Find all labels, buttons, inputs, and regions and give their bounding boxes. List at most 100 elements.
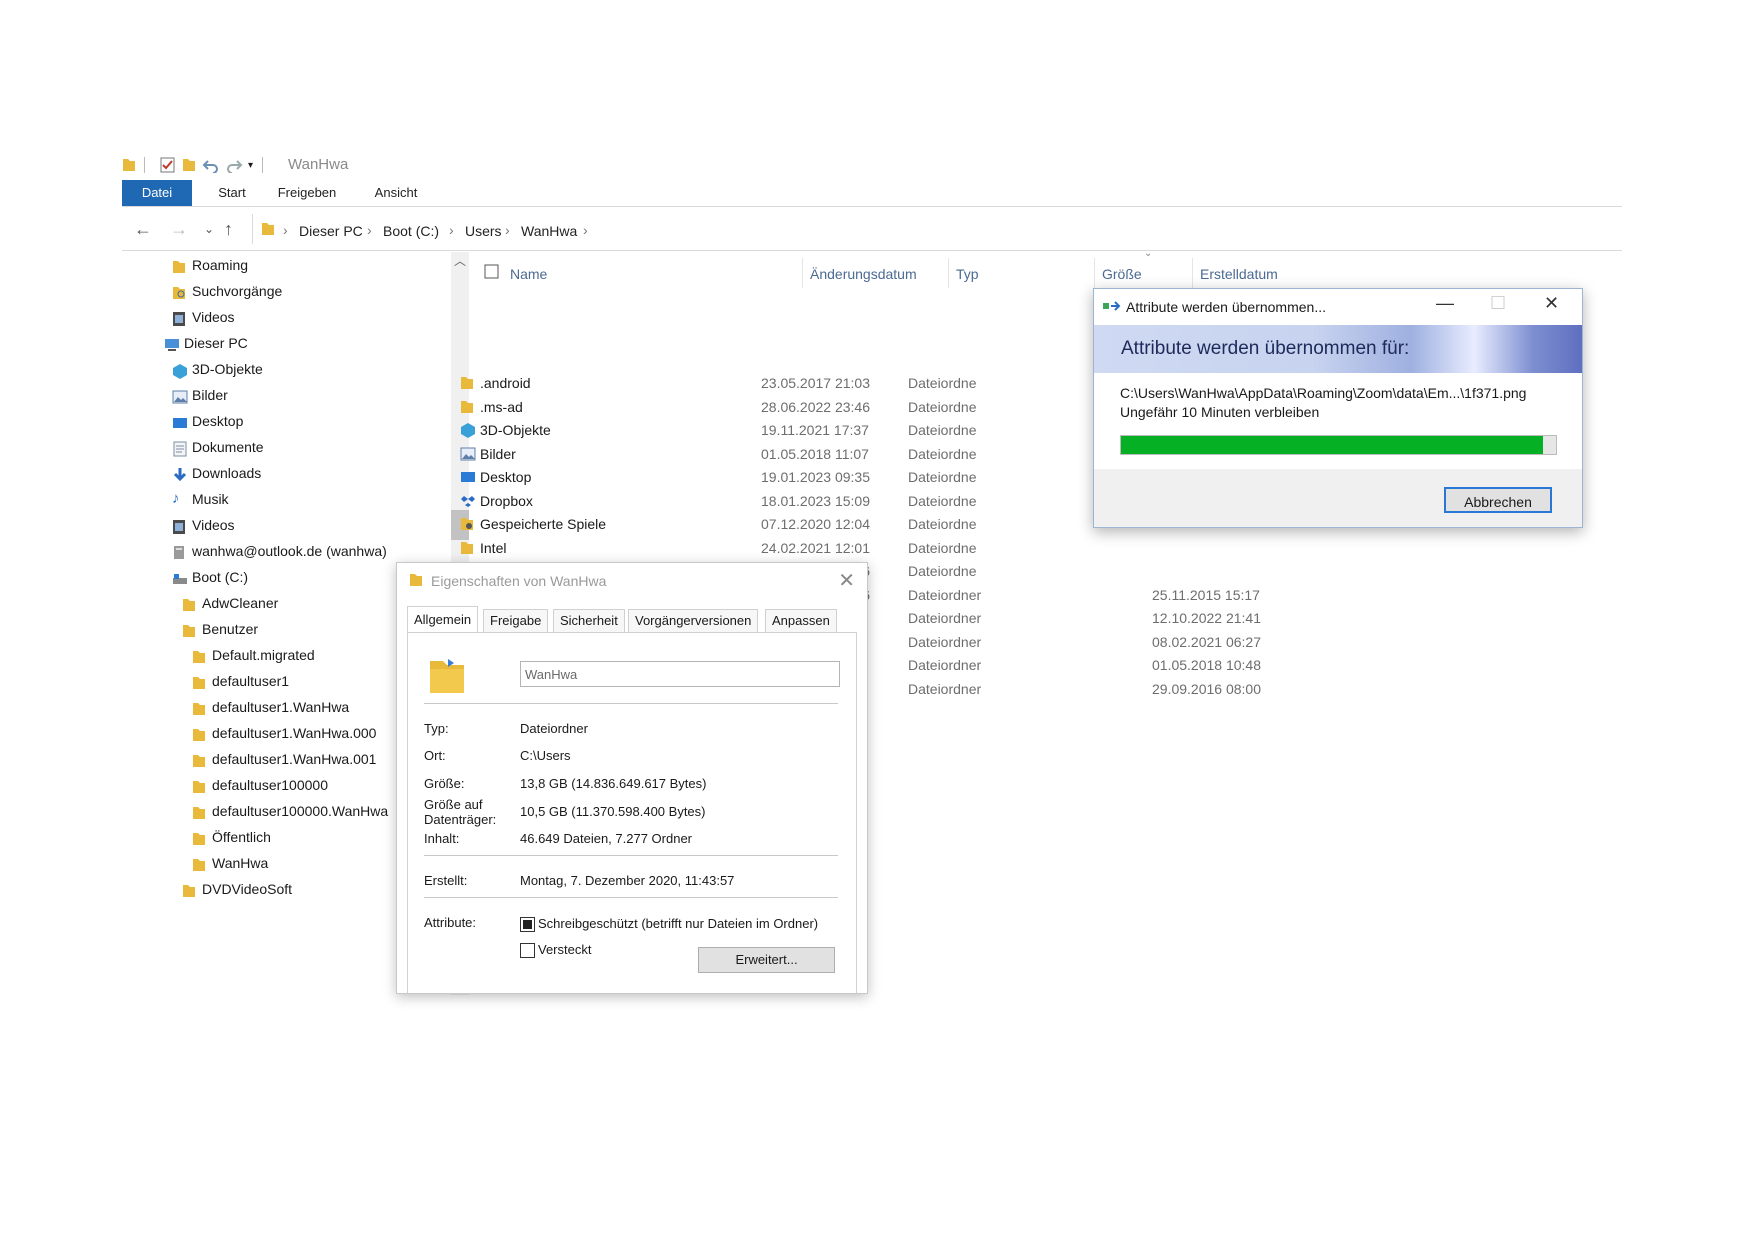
file-name: Intel — [480, 539, 507, 556]
file-type: Dateiordner — [908, 610, 982, 626]
file-explorer-window: ▾ WanHwa Datei Start Freigeben Ansicht ←… — [122, 150, 1622, 995]
file-type: Dateiordne — [908, 539, 977, 556]
folder-icon — [172, 257, 186, 283]
breadcrumb[interactable]: › Dieser PC › Boot (C:) › Users › WanHwa… — [252, 214, 1622, 244]
column-header-type[interactable]: Typ — [956, 266, 979, 288]
address-bar-row: ← → ⌄ ↑ › Dieser PC › Boot (C:) › Users … — [122, 208, 1622, 251]
minimize-icon[interactable]: — — [1436, 293, 1454, 314]
file-name: Dropbox — [480, 492, 533, 509]
label-created: Erstellt: — [424, 873, 468, 888]
file-type: Dateiordne — [908, 492, 977, 509]
file-modified: 28.06.2022 23:46 — [761, 398, 870, 415]
redo-icon[interactable] — [225, 157, 243, 178]
file-row[interactable]: Intel 24.02.2021 12:01 Dateiordne — [460, 535, 1610, 561]
undo-icon[interactable] — [202, 157, 220, 178]
file-name: Bilder — [480, 445, 516, 462]
select-all-checkbox[interactable] — [484, 264, 500, 285]
label-location: Ort: — [424, 748, 446, 763]
separator — [262, 157, 263, 173]
progress-body: C:\Users\WanHwa\AppData\Roaming\Zoom\dat… — [1094, 373, 1582, 469]
progress-bar — [1120, 435, 1557, 455]
dialog-title: Attribute werden übernommen... — [1126, 299, 1326, 315]
tab-ansicht[interactable]: Ansicht — [356, 180, 436, 206]
folder-icon — [182, 621, 196, 647]
chevron-right-icon[interactable]: › — [283, 222, 288, 238]
folder-name-field[interactable]: WanHwa — [520, 661, 840, 687]
file-type: Dateiordne — [908, 375, 977, 391]
ribbon-tabs: Datei Start Freigeben Ansicht — [122, 180, 1622, 207]
tab-start[interactable]: Start — [202, 180, 262, 206]
column-header-created[interactable]: Erstelldatum — [1200, 266, 1278, 288]
folder-icon — [460, 540, 476, 559]
music-icon: ♪ — [172, 490, 180, 507]
dialog-title: Eigenschaften von WanHwa — [431, 573, 607, 589]
scroll-up-chevron-icon[interactable]: ︿ — [454, 252, 466, 269]
divider — [424, 855, 838, 856]
column-header-name[interactable]: Name — [510, 266, 547, 288]
file-name: .android — [480, 375, 531, 391]
quick-access-toolbar: ▾ WanHwa — [122, 150, 1622, 180]
window-title: WanHwa — [288, 156, 349, 173]
drive-icon — [172, 569, 188, 595]
column-divider — [1192, 258, 1193, 288]
general-tab-panel: WanHwa Typ: Dateiordner Ort: C:\Users Gr… — [407, 632, 857, 993]
folder-icon — [460, 375, 476, 394]
chevron-right-icon[interactable]: › — [367, 222, 372, 238]
file-created: 29.09.2016 08:00 — [1152, 680, 1261, 697]
pc-icon — [164, 335, 180, 361]
chevron-right-icon[interactable]: › — [449, 222, 454, 238]
folder-icon — [182, 881, 196, 907]
tab-datei[interactable]: Datei — [122, 180, 192, 206]
tab-vorgaengerversionen[interactable]: Vorgängerversionen — [628, 609, 759, 632]
up-arrow-icon[interactable]: ↑ — [224, 219, 233, 240]
folder-icon[interactable] — [122, 157, 136, 178]
folder-icon — [192, 803, 206, 829]
recent-locations-chevron-icon[interactable]: ⌄ — [204, 222, 214, 236]
forward-arrow-icon[interactable]: → — [170, 219, 188, 240]
chevron-right-icon[interactable]: › — [583, 222, 588, 238]
folder-icon — [460, 399, 476, 418]
tab-allgemein[interactable]: Allgemein — [407, 606, 479, 633]
readonly-checkbox[interactable] — [520, 917, 535, 932]
properties-icon[interactable] — [160, 157, 176, 178]
breadcrumb-users[interactable]: Users — [465, 223, 502, 239]
file-type: Dateiordne — [908, 563, 977, 579]
breadcrumb-wanhwa[interactable]: WanHwa — [521, 223, 577, 239]
current-file-path: C:\Users\WanHwa\AppData\Roaming\Zoom\dat… — [1120, 385, 1527, 401]
network-drive-icon — [172, 543, 186, 569]
column-header-modified[interactable]: Änderungsdatum — [810, 266, 917, 288]
pictures-icon — [172, 387, 188, 413]
dialog-titlebar[interactable]: Attribute werden übernommen... — ☐ ✕ — [1094, 289, 1582, 325]
folder-icon — [192, 673, 206, 699]
time-remaining: Ungefähr 10 Minuten verbleiben — [1120, 404, 1320, 420]
close-icon[interactable]: ✕ — [838, 568, 855, 593]
customize-dropdown-icon[interactable]: ▾ — [248, 160, 253, 171]
hidden-checkbox[interactable] — [520, 943, 535, 958]
cancel-button[interactable]: Abbrechen — [1444, 487, 1552, 513]
file-modified: 19.11.2021 17:37 — [761, 422, 869, 438]
file-modified: 19.01.2023 09:35 — [761, 469, 870, 485]
file-modified: 07.12.2020 12:04 — [761, 516, 870, 532]
readonly-label: Schreibgeschützt (betrifft nur Dateien i… — [538, 916, 819, 931]
column-header-size[interactable]: Größe — [1102, 266, 1142, 288]
column-divider — [1094, 258, 1095, 288]
shared-folder-icon — [428, 655, 466, 700]
close-icon[interactable]: ✕ — [1544, 293, 1559, 314]
label-size: Größe: — [424, 776, 465, 791]
properties-dialog: Eigenschaften von WanHwa ✕ Allgemein Fre… — [396, 562, 868, 994]
new-folder-icon[interactable] — [182, 157, 196, 178]
column-divider — [802, 258, 803, 288]
dialog-titlebar[interactable]: Eigenschaften von WanHwa ✕ — [397, 563, 867, 599]
back-arrow-icon[interactable]: ← — [134, 219, 152, 240]
tab-sicherheit[interactable]: Sicherheit — [553, 609, 625, 632]
tab-freigabe[interactable]: Freigabe — [483, 609, 549, 632]
tab-freigeben[interactable]: Freigeben — [262, 180, 352, 206]
3d-objects-icon — [460, 422, 476, 441]
file-modified: 18.01.2023 15:09 — [761, 492, 870, 509]
separator — [144, 157, 145, 173]
breadcrumb-dieser-pc[interactable]: Dieser PC — [299, 223, 363, 239]
breadcrumb-boot-c[interactable]: Boot (C:) — [383, 223, 439, 239]
advanced-button[interactable]: Erweitert... — [698, 947, 835, 973]
chevron-right-icon[interactable]: › — [505, 222, 510, 238]
tab-anpassen[interactable]: Anpassen — [765, 609, 837, 632]
